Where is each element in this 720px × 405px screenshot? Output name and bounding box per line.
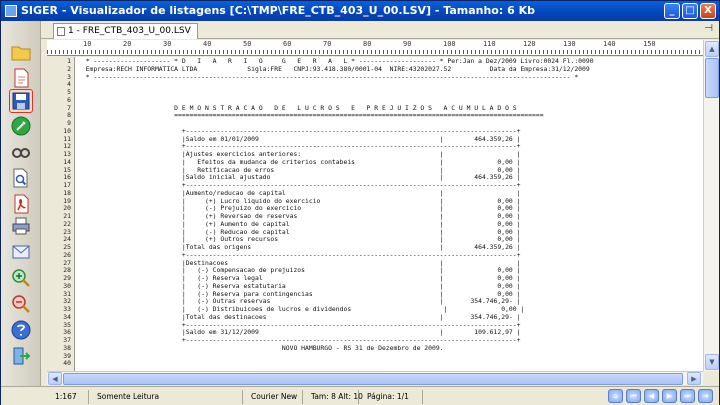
app-icon: [5, 5, 17, 17]
listing-line: * --------------------------------------…: [78, 72, 579, 81]
document-icon: [57, 27, 65, 36]
tab-label: 1 - FRE_CTB_403_U_00.LSV: [68, 26, 191, 36]
line-number-gutter: 1 2 3 4 5 6 7 8 9 10 11 12 13 14 15 16 17 18 19 20 21 22 23 24 2…: [47, 57, 75, 371]
ruler-number: 140: [603, 40, 616, 48]
home-icon[interactable]: ⌂: [608, 389, 623, 403]
pin-icon[interactable]: ⊣: [704, 23, 713, 34]
ruler-number: 30: [163, 40, 172, 48]
settings-icon[interactable]: [10, 115, 32, 137]
side-toolbar: [1, 21, 41, 386]
last-page-icon[interactable]: ⏭: [680, 389, 695, 403]
scroll-down-icon[interactable]: ▼: [705, 354, 719, 370]
zoom-out-icon[interactable]: [10, 293, 32, 315]
status-size: Tam: 8 Alt: 10: [307, 390, 363, 404]
window-controls: _ □ X: [664, 3, 716, 19]
ruler-number: 90: [403, 40, 412, 48]
previous-page-icon[interactable]: ◀: [644, 389, 659, 403]
email-icon[interactable]: [10, 241, 32, 263]
window-title: SIGER - Visualizador de listagens [C:\TM…: [21, 4, 535, 17]
maximize-button[interactable]: □: [682, 3, 698, 19]
ruler-number: 20: [123, 40, 132, 48]
ruler-number: 40: [203, 40, 212, 48]
ruler-number: 70: [323, 40, 332, 48]
ruler-number: 110: [483, 40, 496, 48]
ruler-number: 100: [443, 40, 456, 48]
end-icon[interactable]: ⇥: [698, 389, 713, 403]
close-button[interactable]: X: [700, 3, 716, 19]
help-icon[interactable]: [10, 319, 32, 341]
exit-icon[interactable]: [10, 345, 32, 367]
document-tab-bar: 1 - FRE_CTB_403_U_00.LSV ⊣: [41, 21, 719, 39]
folder-icon[interactable]: [10, 41, 32, 63]
save-icon[interactable]: [9, 89, 33, 113]
tab-document[interactable]: 1 - FRE_CTB_403_U_00.LSV: [53, 23, 198, 39]
first-page-icon[interactable]: ⏮: [626, 389, 641, 403]
status-mode: Somente Leitura: [93, 390, 243, 404]
pdf-icon[interactable]: [10, 193, 32, 215]
scroll-up-icon[interactable]: ▲: [705, 41, 719, 57]
listing-viewer[interactable]: 1 2 3 4 5 6 7 8 9 10 11 12 13 14 15 16 17 18 19 20 21 22 23 24 2…: [47, 57, 703, 371]
ruler-number: 50: [243, 40, 252, 48]
column-ruler: 10 20 30 40 50 60 70 80 90 100 110 120 130 140 150: [47, 40, 703, 56]
title-bar[interactable]: SIGER - Visualizador de listagens [C:\TM…: [1, 1, 719, 21]
line-number: 40: [63, 359, 71, 368]
scroll-right-icon[interactable]: ▶: [687, 372, 701, 385]
ruler-number: 10: [83, 40, 92, 48]
listing-line: NOVO HAMBURGO - RS 31 de Dezembro de 200…: [78, 343, 444, 352]
status-font: Courier New: [247, 390, 303, 404]
next-page-icon[interactable]: ▶: [662, 389, 677, 403]
ruler-number: 60: [283, 40, 292, 48]
horizontal-scroll-thumb[interactable]: [63, 373, 683, 385]
vertical-scroll-thumb[interactable]: [705, 58, 719, 98]
ruler-number: 130: [563, 40, 576, 48]
scroll-left-icon[interactable]: ◀: [48, 372, 62, 385]
ruler-number: 120: [523, 40, 536, 48]
ruler-ticks: [47, 50, 703, 54]
ruler-number: 80: [363, 40, 372, 48]
print-icon[interactable]: [10, 215, 32, 237]
status-position: 1:167: [51, 390, 89, 404]
status-bar: 1:167 Somente Leitura Courier New Tam: 8…: [1, 386, 719, 405]
minimize-button[interactable]: _: [664, 3, 680, 19]
horizontal-scrollbar[interactable]: ◀ ▶: [47, 371, 703, 385]
app-window: SIGER - Visualizador de listagens [C:\TM…: [0, 0, 720, 405]
find-icon[interactable]: [10, 141, 32, 163]
zoom-in-icon[interactable]: [10, 267, 32, 289]
ruler-number: 150: [643, 40, 656, 48]
vertical-scrollbar[interactable]: ▲ ▼: [703, 40, 719, 371]
blank-page-icon[interactable]: [10, 67, 32, 89]
page-navigation: ⌂ ⏮ ◀ ▶ ⏭ ⇥: [608, 389, 713, 403]
listing-line: ========================================…: [78, 111, 544, 120]
preview-icon[interactable]: [10, 167, 32, 189]
status-page: Página: 1/1: [363, 390, 423, 404]
